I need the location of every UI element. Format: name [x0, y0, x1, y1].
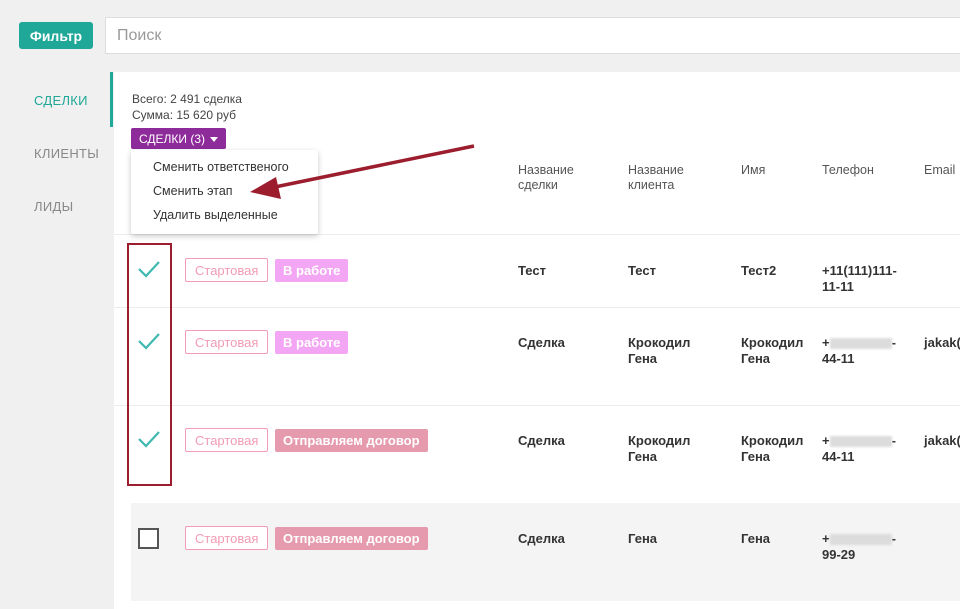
annotation-arrow-icon	[250, 144, 475, 199]
